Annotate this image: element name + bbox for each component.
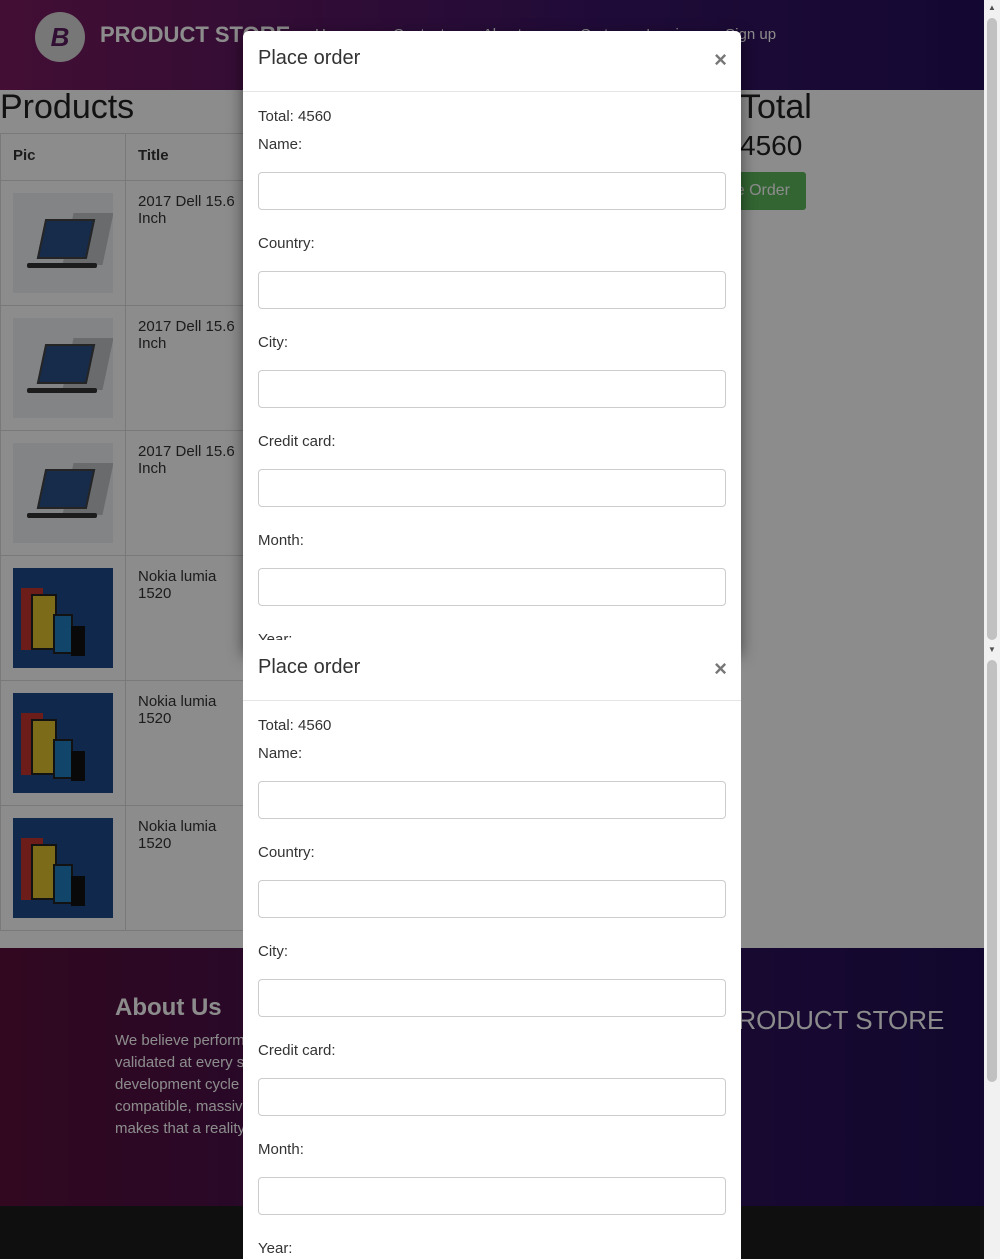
scrollbar-thumb[interactable] <box>987 18 997 640</box>
month-field[interactable] <box>258 568 726 606</box>
month-label: Month: <box>258 532 304 549</box>
name-field[interactable] <box>258 781 726 819</box>
place-order-modal: Place order × Total: 4560 Name: Country:… <box>243 640 741 1259</box>
name-label: Name: <box>258 745 303 762</box>
scrollbar-thumb[interactable] <box>987 660 997 1082</box>
name-field[interactable] <box>258 172 726 210</box>
order-total: Total: 4560 <box>258 108 332 125</box>
name-label: Name: <box>258 136 303 153</box>
city-label: City: <box>258 943 288 960</box>
city-field[interactable] <box>258 370 726 408</box>
month-label: Month: <box>258 1141 304 1158</box>
credit-card-field[interactable] <box>258 1078 726 1116</box>
scroll-down-icon[interactable]: ▼ <box>984 642 1000 658</box>
country-field[interactable] <box>258 880 726 918</box>
credit-card-field[interactable] <box>258 469 726 507</box>
country-label: Country: <box>258 235 315 252</box>
credit-card-label: Credit card: <box>258 433 336 450</box>
city-label: City: <box>258 334 288 351</box>
modal-header: Place order × <box>243 640 741 701</box>
country-label: Country: <box>258 844 315 861</box>
year-label: Year: <box>258 1240 293 1257</box>
place-order-modal: Place order × Total: 4560 Name: Country:… <box>243 31 741 651</box>
close-icon[interactable]: × <box>714 47 727 73</box>
modal-body: Total: 4560 Name: Country: City: Credit … <box>243 701 741 1259</box>
month-field[interactable] <box>258 1177 726 1215</box>
city-field[interactable] <box>258 979 726 1017</box>
modal-title: Place order <box>258 656 361 678</box>
modal-body: Total: 4560 Name: Country: City: Credit … <box>243 92 741 651</box>
close-icon[interactable]: × <box>714 656 727 682</box>
scroll-up-icon[interactable]: ▲ <box>984 0 1000 16</box>
order-total: Total: 4560 <box>258 717 332 734</box>
credit-card-label: Credit card: <box>258 1042 336 1059</box>
modal-header: Place order × <box>243 31 741 92</box>
modal-title: Place order <box>258 47 361 69</box>
country-field[interactable] <box>258 271 726 309</box>
page-scrollbar[interactable]: ▲ ▼ <box>984 0 1000 1259</box>
